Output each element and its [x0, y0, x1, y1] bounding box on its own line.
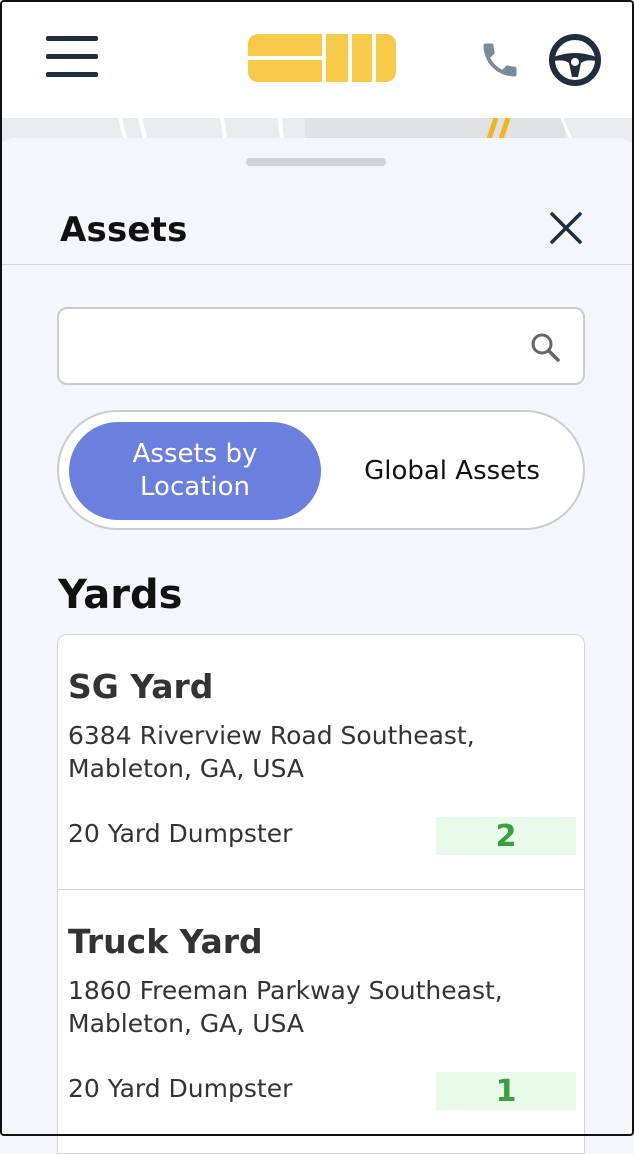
sheet-title: Assets	[60, 210, 188, 250]
asset-count-badge: 1	[436, 1072, 576, 1110]
section-title-yards: Yards	[58, 572, 183, 618]
yard-address: 6384 Riverview Road Southeast, Mableton,…	[68, 719, 568, 785]
asset-type: 20 Yard Dumpster	[68, 819, 293, 848]
yard-card[interactable]: Truck Yard 1860 Freeman Parkway Southeas…	[58, 889, 584, 1144]
tab-assets-by-location[interactable]: Assets by Location	[69, 422, 321, 520]
tab-label-line2: Location	[140, 472, 250, 502]
tab-global-assets[interactable]: Global Assets	[327, 422, 577, 520]
asset-view-toggle: Assets by Location Global Assets	[57, 410, 585, 530]
yard-address-line2: Mableton, GA, USA	[68, 1009, 305, 1038]
hamburger-menu-icon[interactable]	[46, 36, 98, 80]
yards-list: SG Yard 6384 Riverview Road Southeast, M…	[57, 634, 585, 1154]
yard-name: Truck Yard	[68, 922, 263, 961]
drag-handle[interactable]	[246, 158, 386, 166]
yard-card[interactable]: SG Yard 6384 Riverview Road Southeast, M…	[58, 635, 584, 889]
yard-address-line2: Mableton, GA, USA	[68, 754, 305, 783]
yard-address: 1860 Freeman Parkway Southeast, Mableton…	[68, 974, 568, 1040]
yard-address-line1: 1860 Freeman Parkway Southeast,	[68, 976, 503, 1005]
search-input[interactable]	[73, 319, 517, 375]
close-icon[interactable]	[546, 208, 586, 248]
search-box[interactable]	[57, 307, 585, 385]
tab-label-line1: Assets by	[132, 439, 258, 469]
yard-address-line1: 6384 Riverview Road Southeast,	[68, 721, 475, 750]
phone-icon[interactable]	[478, 38, 522, 82]
brand-logo[interactable]	[248, 34, 396, 82]
app-header	[0, 0, 634, 118]
asset-type: 20 Yard Dumpster	[68, 1074, 293, 1103]
yard-name: SG Yard	[68, 667, 214, 706]
assets-sheet: Assets Assets by Location Global Assets …	[0, 138, 634, 1154]
search-icon[interactable]	[529, 331, 561, 363]
steering-wheel-icon[interactable]	[548, 33, 602, 87]
asset-count-badge: 2	[436, 817, 576, 855]
header-divider	[0, 264, 634, 265]
